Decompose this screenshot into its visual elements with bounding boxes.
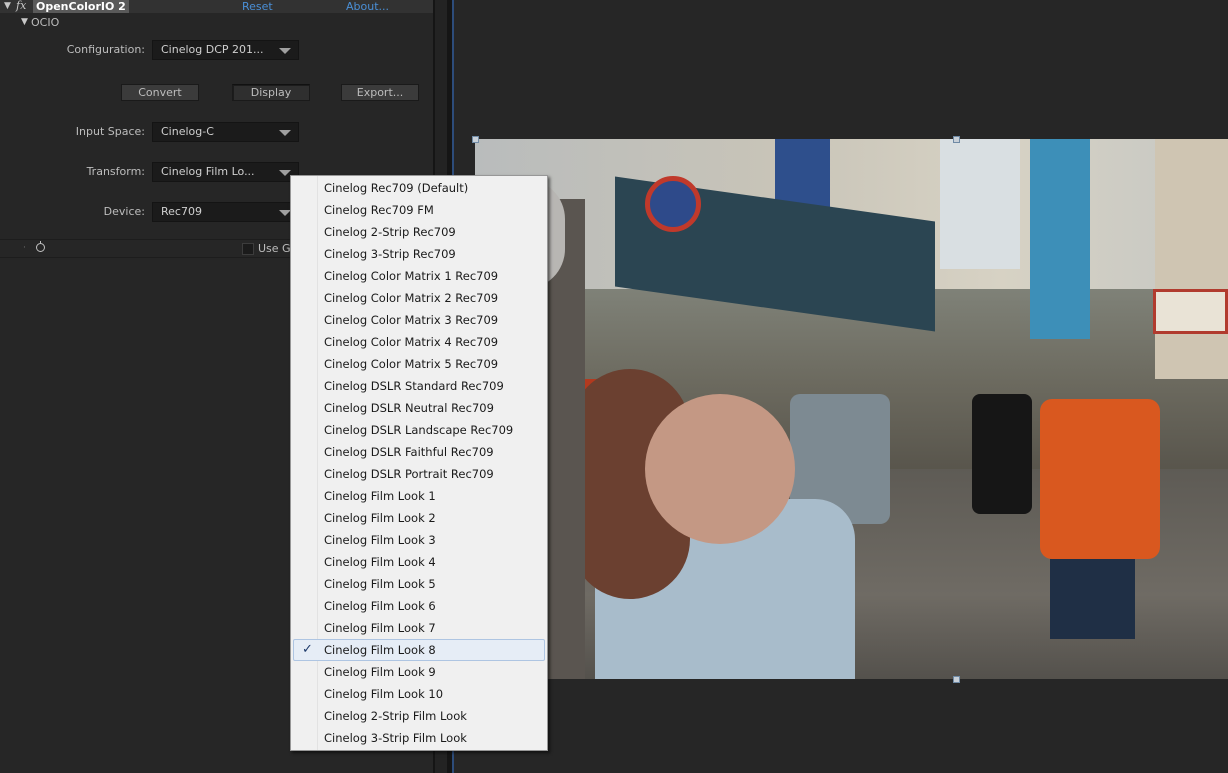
menu-item-label: Cinelog 2-Strip Film Look bbox=[324, 709, 467, 723]
menu-item-label: Cinelog Rec709 (Default) bbox=[324, 181, 469, 195]
menu-item[interactable]: Cinelog Rec709 (Default) bbox=[293, 177, 545, 199]
menu-item[interactable]: Cinelog Color Matrix 4 Rec709 bbox=[293, 331, 545, 353]
convert-button[interactable]: Convert bbox=[121, 84, 199, 101]
menu-item-label: Cinelog Film Look 6 bbox=[324, 599, 436, 613]
configuration-value: Cinelog DCP 201... bbox=[161, 43, 264, 56]
menu-item[interactable]: Cinelog Film Look 6 bbox=[293, 595, 545, 617]
input-space-value: Cinelog-C bbox=[161, 125, 214, 138]
menu-item-label: Cinelog DSLR Neutral Rec709 bbox=[324, 401, 494, 415]
ocio-group-triangle-icon[interactable]: ▼ bbox=[21, 17, 28, 27]
menu-item-label: Cinelog Film Look 10 bbox=[324, 687, 444, 701]
menu-item-label: Cinelog Color Matrix 2 Rec709 bbox=[324, 291, 499, 305]
menu-item-label: Cinelog 3-Strip Rec709 bbox=[324, 247, 456, 261]
menu-item-label: Cinelog DSLR Portrait Rec709 bbox=[324, 467, 494, 481]
menu-item[interactable]: Cinelog Film Look 9 bbox=[293, 661, 545, 683]
reset-link[interactable]: Reset bbox=[242, 0, 273, 13]
ocio-group-label: OCIO bbox=[31, 16, 60, 29]
menu-item[interactable]: Cinelog 2-Strip Film Look bbox=[293, 705, 545, 727]
menu-item[interactable]: Cinelog Color Matrix 3 Rec709 bbox=[293, 309, 545, 331]
transform-handle[interactable] bbox=[953, 676, 960, 683]
checkmark-icon: ✓ bbox=[302, 642, 313, 657]
woman-face bbox=[645, 394, 795, 544]
input-space-dropdown[interactable]: Cinelog-C bbox=[152, 122, 299, 142]
menu-item[interactable]: Cinelog DSLR Landscape Rec709 bbox=[293, 419, 545, 441]
menu-item[interactable]: Cinelog Film Look 10 bbox=[293, 683, 545, 705]
menu-item-label: Cinelog Film Look 7 bbox=[324, 621, 436, 635]
input-space-label: Input Space: bbox=[75, 125, 145, 138]
menu-item[interactable]: Cinelog DSLR Standard Rec709 bbox=[293, 375, 545, 397]
menu-item[interactable]: Cinelog 3-Strip Rec709 bbox=[293, 243, 545, 265]
menu-item[interactable]: Cinelog DSLR Faithful Rec709 bbox=[293, 441, 545, 463]
menu-item[interactable]: Cinelog Color Matrix 2 Rec709 bbox=[293, 287, 545, 309]
display-button[interactable]: Display bbox=[232, 84, 310, 101]
menu-item[interactable]: Cinelog Film Look 2 bbox=[293, 507, 545, 529]
menu-item-label: Cinelog Film Look 3 bbox=[324, 533, 436, 547]
menu-item[interactable]: Cinelog 3-Strip Film Look bbox=[293, 727, 545, 749]
transform-handle[interactable] bbox=[953, 136, 960, 143]
menu-item[interactable]: Cinelog Film Look 7 bbox=[293, 617, 545, 639]
fx-icon[interactable]: fx bbox=[16, 0, 31, 13]
configuration-label: Configuration: bbox=[66, 43, 145, 56]
menu-item[interactable]: Cinelog Film Look 5 bbox=[293, 573, 545, 595]
collapse-triangle-icon[interactable]: ▼ bbox=[4, 1, 11, 11]
menu-item-label: Cinelog Film Look 1 bbox=[324, 489, 436, 503]
menu-item-label: Cinelog DSLR Standard Rec709 bbox=[324, 379, 504, 393]
menu-item[interactable]: Cinelog Rec709 FM bbox=[293, 199, 545, 221]
stopwatch-icon[interactable] bbox=[36, 241, 45, 252]
keyframe-nav-icon: · bbox=[23, 243, 26, 253]
no-parking-sign bbox=[645, 176, 701, 232]
device-dropdown[interactable]: Rec709 bbox=[152, 202, 299, 222]
menu-item-label: Cinelog DSLR Landscape Rec709 bbox=[324, 423, 514, 437]
device-label: Device: bbox=[103, 205, 145, 218]
menu-item-label: Cinelog Film Look 9 bbox=[324, 665, 436, 679]
menu-item-label: Cinelog DSLR Faithful Rec709 bbox=[324, 445, 494, 459]
menu-item-label: Cinelog Color Matrix 3 Rec709 bbox=[324, 313, 499, 327]
menu-item[interactable]: Cinelog Film Look 3 bbox=[293, 529, 545, 551]
menu-item-label: Cinelog Film Look 5 bbox=[324, 577, 436, 591]
chevron-down-icon bbox=[279, 48, 291, 54]
effect-name[interactable]: OpenColorIO 2 bbox=[33, 0, 129, 13]
device-value: Rec709 bbox=[161, 205, 202, 218]
menu-item[interactable]: Cinelog Film Look 1 bbox=[293, 485, 545, 507]
effect-header: ▼ fx OpenColorIO 2 Reset About... bbox=[0, 0, 433, 13]
transform-dropdown-menu: Cinelog Rec709 (Default) Cinelog Rec709 F… bbox=[290, 175, 548, 751]
building-right bbox=[1155, 139, 1228, 379]
blue-scaffold bbox=[1030, 139, 1090, 339]
menu-item[interactable]: Cinelog Color Matrix 5 Rec709 bbox=[293, 353, 545, 375]
menu-item[interactable]: Cinelog Color Matrix 1 Rec709 bbox=[293, 265, 545, 287]
sky bbox=[940, 139, 1020, 269]
transform-handle[interactable] bbox=[472, 136, 479, 143]
menu-item[interactable]: Cinelog DSLR Portrait Rec709 bbox=[293, 463, 545, 485]
person-black-shirt bbox=[972, 394, 1032, 514]
menu-item[interactable]: Cinelog 2-Strip Rec709 bbox=[293, 221, 545, 243]
menu-item-label: Cinelog Color Matrix 4 Rec709 bbox=[324, 335, 499, 349]
menu-item-label: Cinelog Film Look 4 bbox=[324, 555, 436, 569]
menu-item-label: Cinelog Color Matrix 1 Rec709 bbox=[324, 269, 499, 283]
fridays-sign bbox=[1153, 289, 1228, 334]
video-frame[interactable] bbox=[475, 139, 1228, 679]
configuration-dropdown[interactable]: Cinelog DCP 201... bbox=[152, 40, 299, 60]
about-link[interactable]: About... bbox=[346, 0, 389, 13]
transform-dropdown[interactable]: Cinelog Film Lo... bbox=[152, 162, 299, 182]
menu-item-label: Cinelog Color Matrix 5 Rec709 bbox=[324, 357, 499, 371]
menu-item-label: Cinelog Film Look 2 bbox=[324, 511, 436, 525]
use-gpu-checkbox[interactable] bbox=[242, 243, 254, 255]
export-button[interactable]: Export... bbox=[341, 84, 419, 101]
menu-item-label: Cinelog 2-Strip Rec709 bbox=[324, 225, 456, 239]
person-orange-shirt bbox=[1040, 399, 1160, 559]
menu-item[interactable]: Cinelog DSLR Neutral Rec709 bbox=[293, 397, 545, 419]
transform-label: Transform: bbox=[86, 165, 145, 178]
transform-value: Cinelog Film Lo... bbox=[161, 165, 255, 178]
menu-item-label: Cinelog Film Look 8 bbox=[324, 643, 436, 657]
use-gpu-label: Use G bbox=[258, 242, 291, 255]
menu-item-label: Cinelog Rec709 FM bbox=[324, 203, 434, 217]
menu-item[interactable]: Cinelog Film Look 4 bbox=[293, 551, 545, 573]
menu-item[interactable]: ✓ Cinelog Film Look 8 bbox=[293, 639, 545, 661]
shorts bbox=[1050, 559, 1135, 639]
menu-item-label: Cinelog 3-Strip Film Look bbox=[324, 731, 467, 745]
chevron-down-icon bbox=[279, 130, 291, 136]
